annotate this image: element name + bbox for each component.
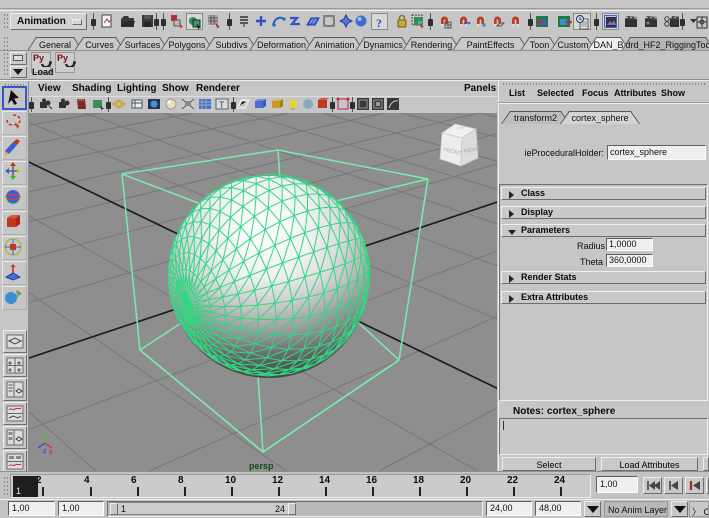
svg-text:x: x xyxy=(49,449,53,454)
svg-text:T: T xyxy=(219,100,225,110)
svg-text:?: ? xyxy=(376,16,382,30)
svg-text:z: z xyxy=(43,448,47,454)
